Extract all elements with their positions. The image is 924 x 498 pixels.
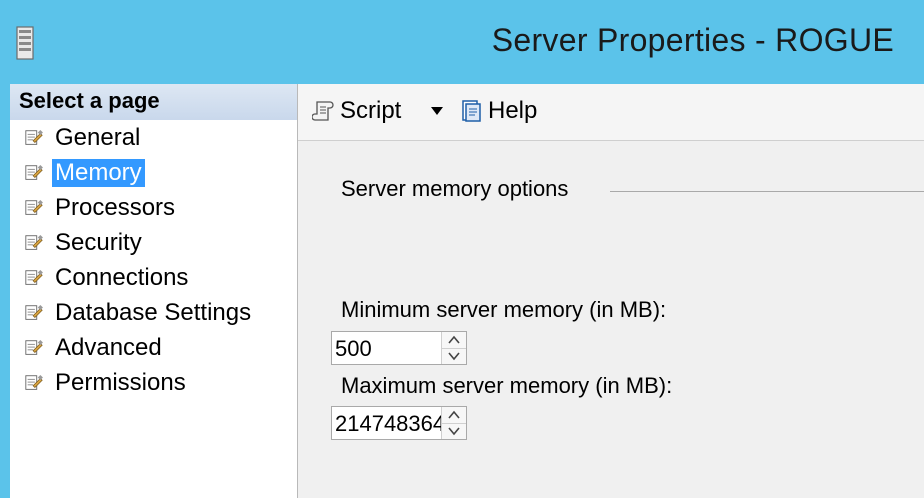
- chevron-down-icon: [448, 352, 460, 361]
- content-panel: Script Help Server memory options Minimu…: [298, 84, 924, 498]
- sidebar-item-database-settings[interactable]: Database Settings: [10, 295, 297, 330]
- help-label: Help: [488, 97, 538, 124]
- sidebar-item-general[interactable]: General: [10, 120, 297, 155]
- script-icon: [312, 101, 334, 121]
- min-memory-increment[interactable]: [442, 332, 466, 349]
- sidebar-item-label: General: [55, 123, 141, 151]
- sidebar-item-permissions[interactable]: Permissions: [10, 365, 297, 400]
- min-memory-spinner[interactable]: 500: [331, 331, 467, 365]
- sidebar-item-label: Connections: [55, 263, 189, 291]
- page-wrench-icon: [25, 269, 43, 285]
- max-memory-spin-buttons: [441, 407, 466, 439]
- sidebar-item-label: Advanced: [55, 333, 162, 361]
- max-memory-decrement[interactable]: [442, 423, 466, 439]
- sidebar-item-memory[interactable]: Memory: [10, 155, 297, 190]
- script-label: Script: [340, 97, 402, 124]
- max-memory-spinner[interactable]: 2147483647: [331, 406, 467, 440]
- page-wrench-icon: [25, 304, 43, 320]
- sidebar-item-processors[interactable]: Processors: [10, 190, 297, 225]
- max-memory-increment[interactable]: [442, 407, 466, 424]
- min-memory-label: Minimum server memory (in MB):: [341, 297, 667, 322]
- chevron-down-icon: [448, 427, 460, 436]
- sidebar-item-label: Memory: [52, 158, 145, 187]
- sidebar-header: Select a page: [10, 84, 297, 120]
- sidebar-item-label: Security: [55, 228, 142, 256]
- sidebar-item-label: Processors: [55, 193, 176, 221]
- sidebar-item-label: Permissions: [55, 368, 186, 396]
- title-bar: Server Properties - ROGUE: [0, 0, 924, 84]
- min-memory-decrement[interactable]: [442, 348, 466, 364]
- window-title: Server Properties - ROGUE: [491, 22, 894, 58]
- chevron-up-icon: [448, 410, 460, 419]
- page-wrench-icon: [25, 129, 43, 145]
- script-dropdown-button[interactable]: [430, 94, 444, 128]
- min-memory-spin-buttons: [441, 332, 466, 364]
- page-wrench-icon: [25, 374, 43, 390]
- page-list: General Memory Processors Security Connectio…: [10, 120, 297, 400]
- sidebar-item-connections[interactable]: Connections: [10, 260, 297, 295]
- page-wrench-icon: [25, 339, 43, 355]
- max-memory-input[interactable]: 2147483647: [335, 410, 443, 438]
- toolbar: Script Help: [298, 84, 924, 141]
- page-wrench-icon: [25, 234, 43, 250]
- section-title: Server memory options: [341, 176, 569, 201]
- help-icon: [462, 100, 481, 122]
- server-icon: [16, 26, 34, 60]
- section-divider: [610, 191, 924, 192]
- max-memory-label: Maximum server memory (in MB):: [341, 373, 673, 398]
- page-selector-panel: Select a page General Memory Processors Sec…: [10, 84, 298, 498]
- page-wrench-icon: [25, 199, 43, 215]
- min-memory-input[interactable]: 500: [335, 335, 443, 363]
- sidebar-item-label: Database Settings: [55, 298, 252, 326]
- script-button[interactable]: Script: [312, 94, 401, 128]
- sidebar-item-advanced[interactable]: Advanced: [10, 330, 297, 365]
- page-wrench-icon: [25, 164, 43, 180]
- chevron-down-icon: [431, 107, 443, 115]
- help-button[interactable]: Help: [460, 94, 537, 128]
- chevron-up-icon: [448, 335, 460, 344]
- sidebar-item-security[interactable]: Security: [10, 225, 297, 260]
